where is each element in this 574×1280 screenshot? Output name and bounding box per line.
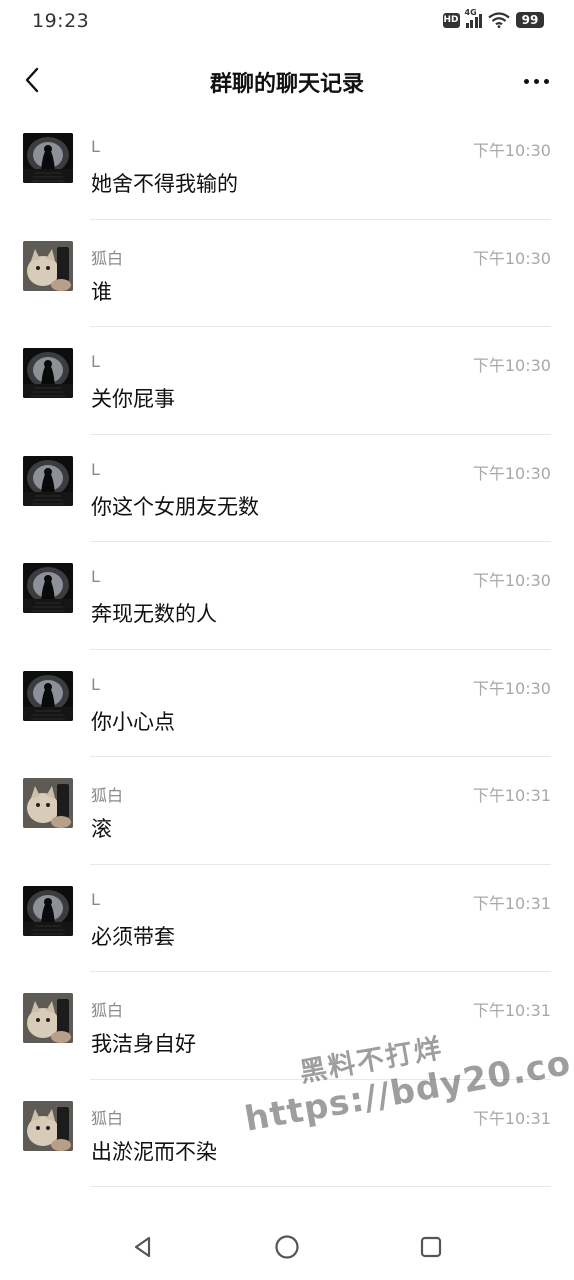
message-time: 下午10:31 bbox=[472, 1001, 551, 1020]
sender-name: 狐白 bbox=[91, 1108, 124, 1128]
avatar[interactable] bbox=[23, 348, 73, 398]
chat-message-row[interactable]: 狐白 下午10:31 出淤泥而不染 bbox=[0, 1080, 574, 1187]
message-text: 出淤泥而不染 bbox=[91, 1139, 217, 1164]
chat-message-row[interactable]: L 下午10:30 奔现无数的人 bbox=[0, 542, 574, 650]
system-home-button[interactable] bbox=[272, 1232, 302, 1262]
sender-name: L bbox=[91, 889, 100, 909]
system-back-button[interactable] bbox=[128, 1232, 158, 1262]
message-time: 下午10:30 bbox=[472, 141, 551, 160]
chat-message-row[interactable]: L 下午10:30 关你屁事 bbox=[0, 327, 574, 435]
message-text: 谁 bbox=[91, 279, 112, 304]
status-time: 19:23 bbox=[32, 10, 90, 32]
battery-icon: 99 bbox=[516, 12, 544, 28]
message-time: 下午10:31 bbox=[472, 1108, 551, 1128]
message-time: 下午10:31 bbox=[472, 786, 551, 805]
sender-name: L bbox=[91, 352, 100, 371]
message-text: 必须带套 bbox=[91, 924, 175, 949]
hd-icon: HD bbox=[442, 12, 460, 28]
avatar[interactable] bbox=[23, 778, 73, 828]
chat-message-row[interactable]: L 下午10:30 她舍不得我输的 bbox=[0, 112, 574, 220]
avatar[interactable] bbox=[23, 1100, 73, 1151]
chat-history-list[interactable]: L 下午10:30 她舍不得我输的 狐白 下午10:30 谁 L 下午10:30 关你屁事 L 下午… bbox=[0, 112, 574, 1212]
avatar[interactable] bbox=[23, 455, 73, 506]
message-time: 下午10:31 bbox=[472, 893, 551, 913]
message-text: 我洁身自好 bbox=[91, 1032, 196, 1056]
avatar[interactable] bbox=[23, 670, 73, 721]
page-title: 群聊的聊天记录 bbox=[209, 72, 364, 97]
message-text: 你这个女朋友无数 bbox=[91, 494, 259, 519]
sender-name: L bbox=[91, 459, 100, 479]
chat-message-row[interactable]: L 下午10:30 你这个女朋友无数 bbox=[0, 435, 574, 542]
nav-bar: 群聊的聊天记录 bbox=[0, 52, 574, 108]
message-time: 下午10:30 bbox=[472, 356, 551, 375]
square-recents-icon bbox=[420, 1236, 442, 1258]
message-time: 下午10:30 bbox=[472, 248, 551, 268]
message-text: 你小心点 bbox=[91, 709, 175, 734]
chat-message-row[interactable]: 狐白 下午10:30 谁 bbox=[0, 220, 574, 327]
chat-message-row[interactable]: 狐白 下午10:31 滚 bbox=[0, 757, 574, 865]
message-text: 滚 bbox=[91, 817, 112, 841]
message-time: 下午10:30 bbox=[472, 463, 551, 483]
chat-message-row[interactable]: L 下午10:30 你小心点 bbox=[0, 650, 574, 757]
avatar[interactable] bbox=[23, 133, 73, 183]
divider bbox=[90, 1186, 551, 1187]
message-text: 奔现无数的人 bbox=[91, 602, 217, 626]
sender-name: L bbox=[91, 567, 100, 586]
chat-message-row[interactable]: L 下午10:31 必须带套 bbox=[0, 865, 574, 972]
sender-name: L bbox=[91, 137, 100, 156]
avatar[interactable] bbox=[23, 885, 73, 936]
sender-name: 狐白 bbox=[91, 1001, 124, 1020]
circle-home-icon bbox=[275, 1235, 299, 1259]
sender-name: 狐白 bbox=[91, 248, 124, 268]
sender-name: 狐白 bbox=[91, 786, 124, 805]
wifi-icon bbox=[488, 12, 510, 28]
avatar[interactable] bbox=[23, 563, 73, 613]
avatar[interactable] bbox=[23, 993, 73, 1043]
more-button[interactable] bbox=[518, 66, 554, 96]
triangle-back-icon bbox=[134, 1236, 151, 1258]
avatar[interactable] bbox=[23, 240, 73, 291]
message-time: 下午10:30 bbox=[472, 571, 551, 590]
message-text: 关你屁事 bbox=[91, 387, 175, 411]
more-dots-icon bbox=[523, 78, 529, 84]
message-text: 她舍不得我输的 bbox=[91, 172, 238, 196]
chat-message-row[interactable]: 狐白 下午10:31 我洁身自好 bbox=[0, 972, 574, 1080]
sender-name: L bbox=[91, 674, 100, 694]
system-recents-button[interactable] bbox=[416, 1232, 446, 1262]
system-nav-bar bbox=[0, 1212, 574, 1280]
status-icons: HD 4G 99 bbox=[442, 8, 544, 28]
cellular-signal-icon: 4G bbox=[465, 8, 482, 28]
message-time: 下午10:30 bbox=[472, 678, 551, 698]
status-bar: 19:23 HD 4G 99 bbox=[0, 0, 574, 44]
